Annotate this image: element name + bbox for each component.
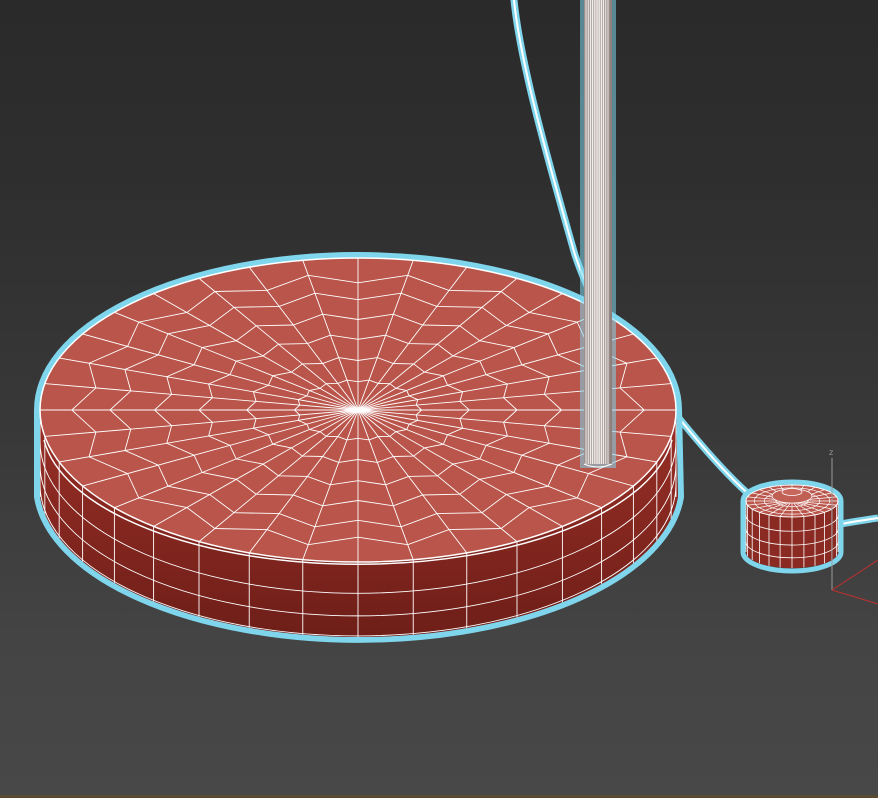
lamp-pole[interactable] [580,0,616,468]
cable-switch[interactable] [740,479,844,574]
viewport-3d[interactable]: z [0,0,878,798]
scene-canvas[interactable]: z [0,0,878,798]
axis-z-label: z [829,448,833,457]
